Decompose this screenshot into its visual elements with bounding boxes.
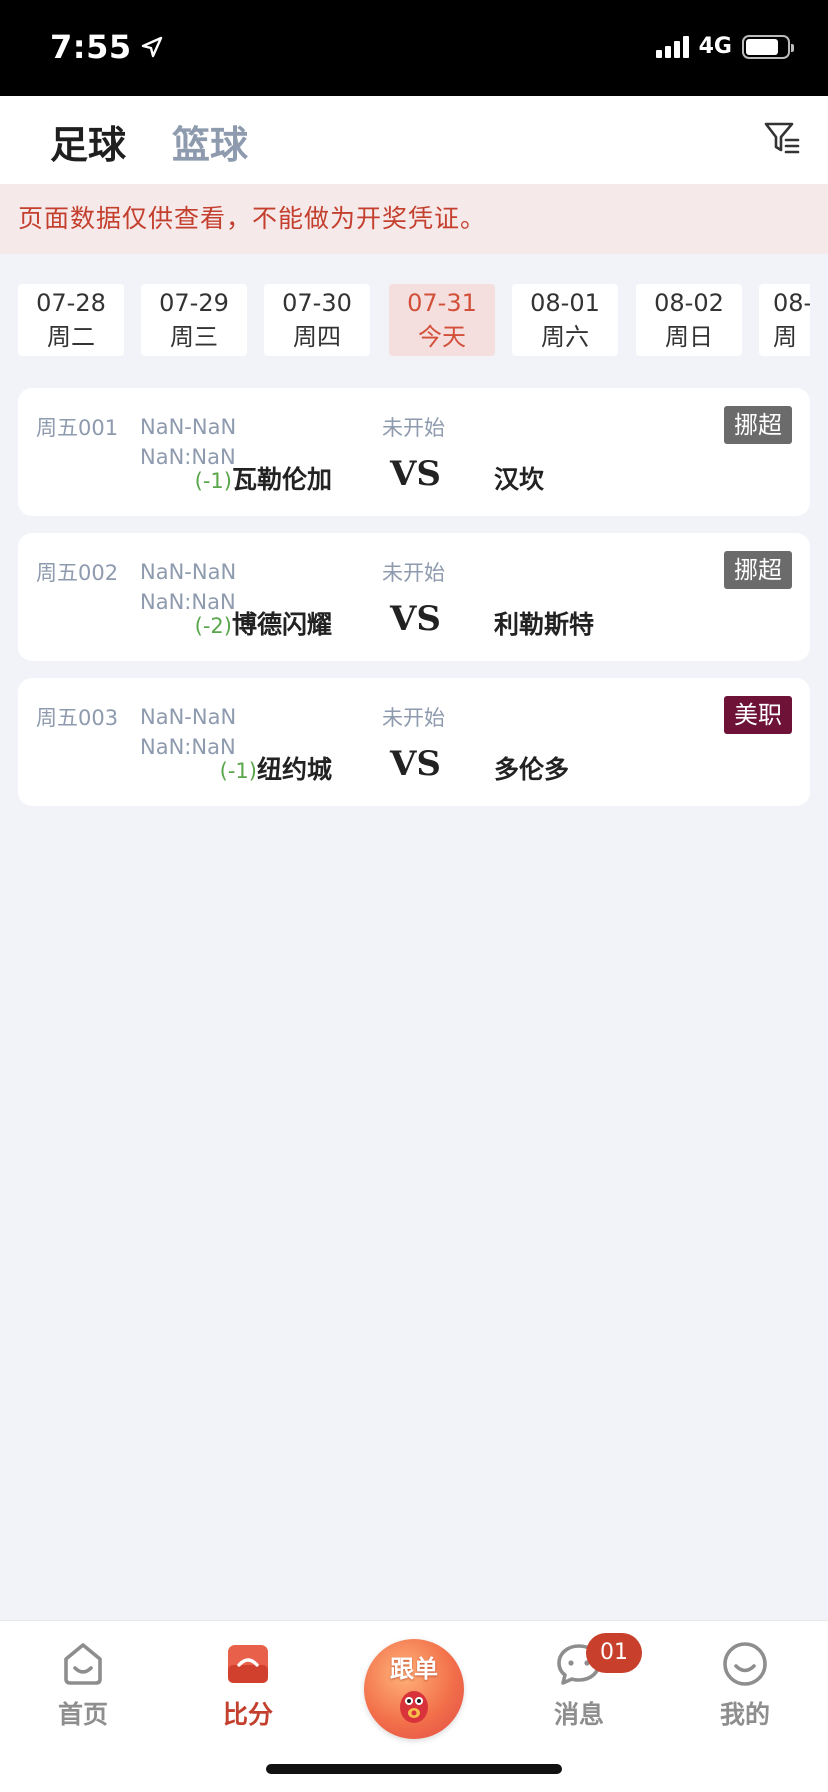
profile-icon [723, 1642, 767, 1686]
date-item[interactable]: 07-28 周二 [18, 284, 124, 356]
date-label: 08-01 [530, 289, 600, 317]
date-label: 07-28 [36, 289, 106, 317]
vs-label: VS [390, 454, 441, 494]
match-card[interactable]: 周五003 NaN-NaN NaN:NaN 未开始 美职 (-1)纽约城 VS … [18, 678, 810, 806]
league-badge: 挪超 [724, 406, 792, 444]
cellular-signal-icon [655, 35, 689, 58]
league-badge: 美职 [724, 696, 792, 734]
match-status: 未开始 [382, 416, 445, 440]
vs-label: VS [390, 599, 441, 639]
day-label: 周六 [541, 323, 589, 351]
league-badge: 挪超 [724, 551, 792, 589]
tab-football[interactable]: 足球 [50, 114, 126, 169]
filter-icon[interactable] [762, 118, 802, 158]
handicap: (-2) [194, 614, 232, 638]
unread-badge: 01 [586, 1633, 642, 1673]
tab-basketball[interactable]: 篮球 [172, 114, 248, 169]
date-label: 07-29 [159, 289, 229, 317]
date-selector: 07-28 周二 07-29 周三 07-30 周四 07-31 今天 08-0… [18, 284, 810, 356]
disclaimer-notice: 页面数据仅供查看，不能做为开奖凭证。 [0, 184, 828, 254]
nav-label: 我的 [719, 1700, 770, 1729]
home-team-name: 纽约城 [256, 755, 332, 784]
clock-text: 7:55 [50, 28, 132, 66]
date-item-partial[interactable]: 08- 周 [759, 284, 810, 356]
match-card[interactable]: 周五002 NaN-NaN NaN:NaN 未开始 挪超 (-2)博德闪耀 VS… [18, 533, 810, 661]
day-label: 周 [773, 323, 797, 351]
date-item[interactable]: 07-29 周三 [141, 284, 247, 356]
status-bar: 7:55 4G [0, 0, 828, 96]
follow-button[interactable]: 跟单 [364, 1639, 464, 1739]
nav-home[interactable]: 首页 [28, 1639, 138, 1731]
battery-icon [742, 34, 794, 59]
handicap: (-1) [194, 469, 232, 493]
match-code: 周五001 [36, 416, 119, 440]
score-icon [228, 1645, 268, 1683]
home-indicator [266, 1764, 562, 1774]
date-label: 08-02 [654, 289, 724, 317]
day-label: 周三 [170, 323, 218, 351]
status-time: 7:55 [50, 28, 164, 66]
sport-tabs-header: 足球 篮球 [0, 96, 828, 184]
date-label: 07-30 [282, 289, 352, 317]
location-arrow-icon [141, 36, 162, 58]
home-team: (-1)瓦勒伦加 [195, 460, 332, 496]
nav-label: 比分 [222, 1700, 273, 1729]
nav-label: 首页 [57, 1700, 108, 1729]
nav-profile[interactable]: 我的 [690, 1639, 800, 1731]
home-team-name: 博德闪耀 [231, 610, 332, 639]
match-card[interactable]: 周五001 NaN-NaN NaN:NaN 未开始 挪超 (-1)瓦勒伦加 VS… [18, 388, 810, 516]
home-icon [64, 1643, 102, 1685]
match-code: 周五003 [36, 706, 119, 730]
day-label: 周四 [293, 323, 341, 351]
status-indicators: 4G [655, 34, 794, 59]
nav-label: 消息 [553, 1700, 604, 1729]
match-code: 周五002 [36, 561, 119, 585]
date-item[interactable]: 07-30 周四 [264, 284, 370, 356]
date-label: 07-31 [407, 289, 477, 317]
home-team: (-2)博德闪耀 [195, 605, 332, 641]
day-label: 周日 [665, 323, 713, 351]
date-item[interactable]: 08-01 周六 [512, 284, 618, 356]
away-team: 汉坎 [494, 465, 545, 494]
away-team: 多伦多 [494, 755, 570, 784]
handicap: (-1) [219, 759, 257, 783]
follow-mascot-icon [400, 1691, 428, 1723]
home-team-name: 瓦勒伦加 [231, 465, 332, 494]
away-team: 利勒斯特 [494, 610, 595, 639]
follow-label: 跟单 [390, 1655, 438, 1683]
vs-label: VS [390, 744, 441, 784]
battery-level [746, 38, 778, 55]
day-label: 今天 [418, 323, 466, 351]
network-type: 4G [698, 34, 732, 59]
home-team: (-1)纽约城 [220, 750, 332, 786]
match-status: 未开始 [382, 706, 445, 730]
date-item[interactable]: 08-02 周日 [636, 284, 742, 356]
day-label: 周二 [47, 323, 95, 351]
date-item-today[interactable]: 07-31 今天 [389, 284, 495, 356]
nav-score[interactable]: 比分 [193, 1639, 303, 1731]
match-status: 未开始 [382, 561, 445, 585]
date-label: 08- [773, 289, 810, 317]
